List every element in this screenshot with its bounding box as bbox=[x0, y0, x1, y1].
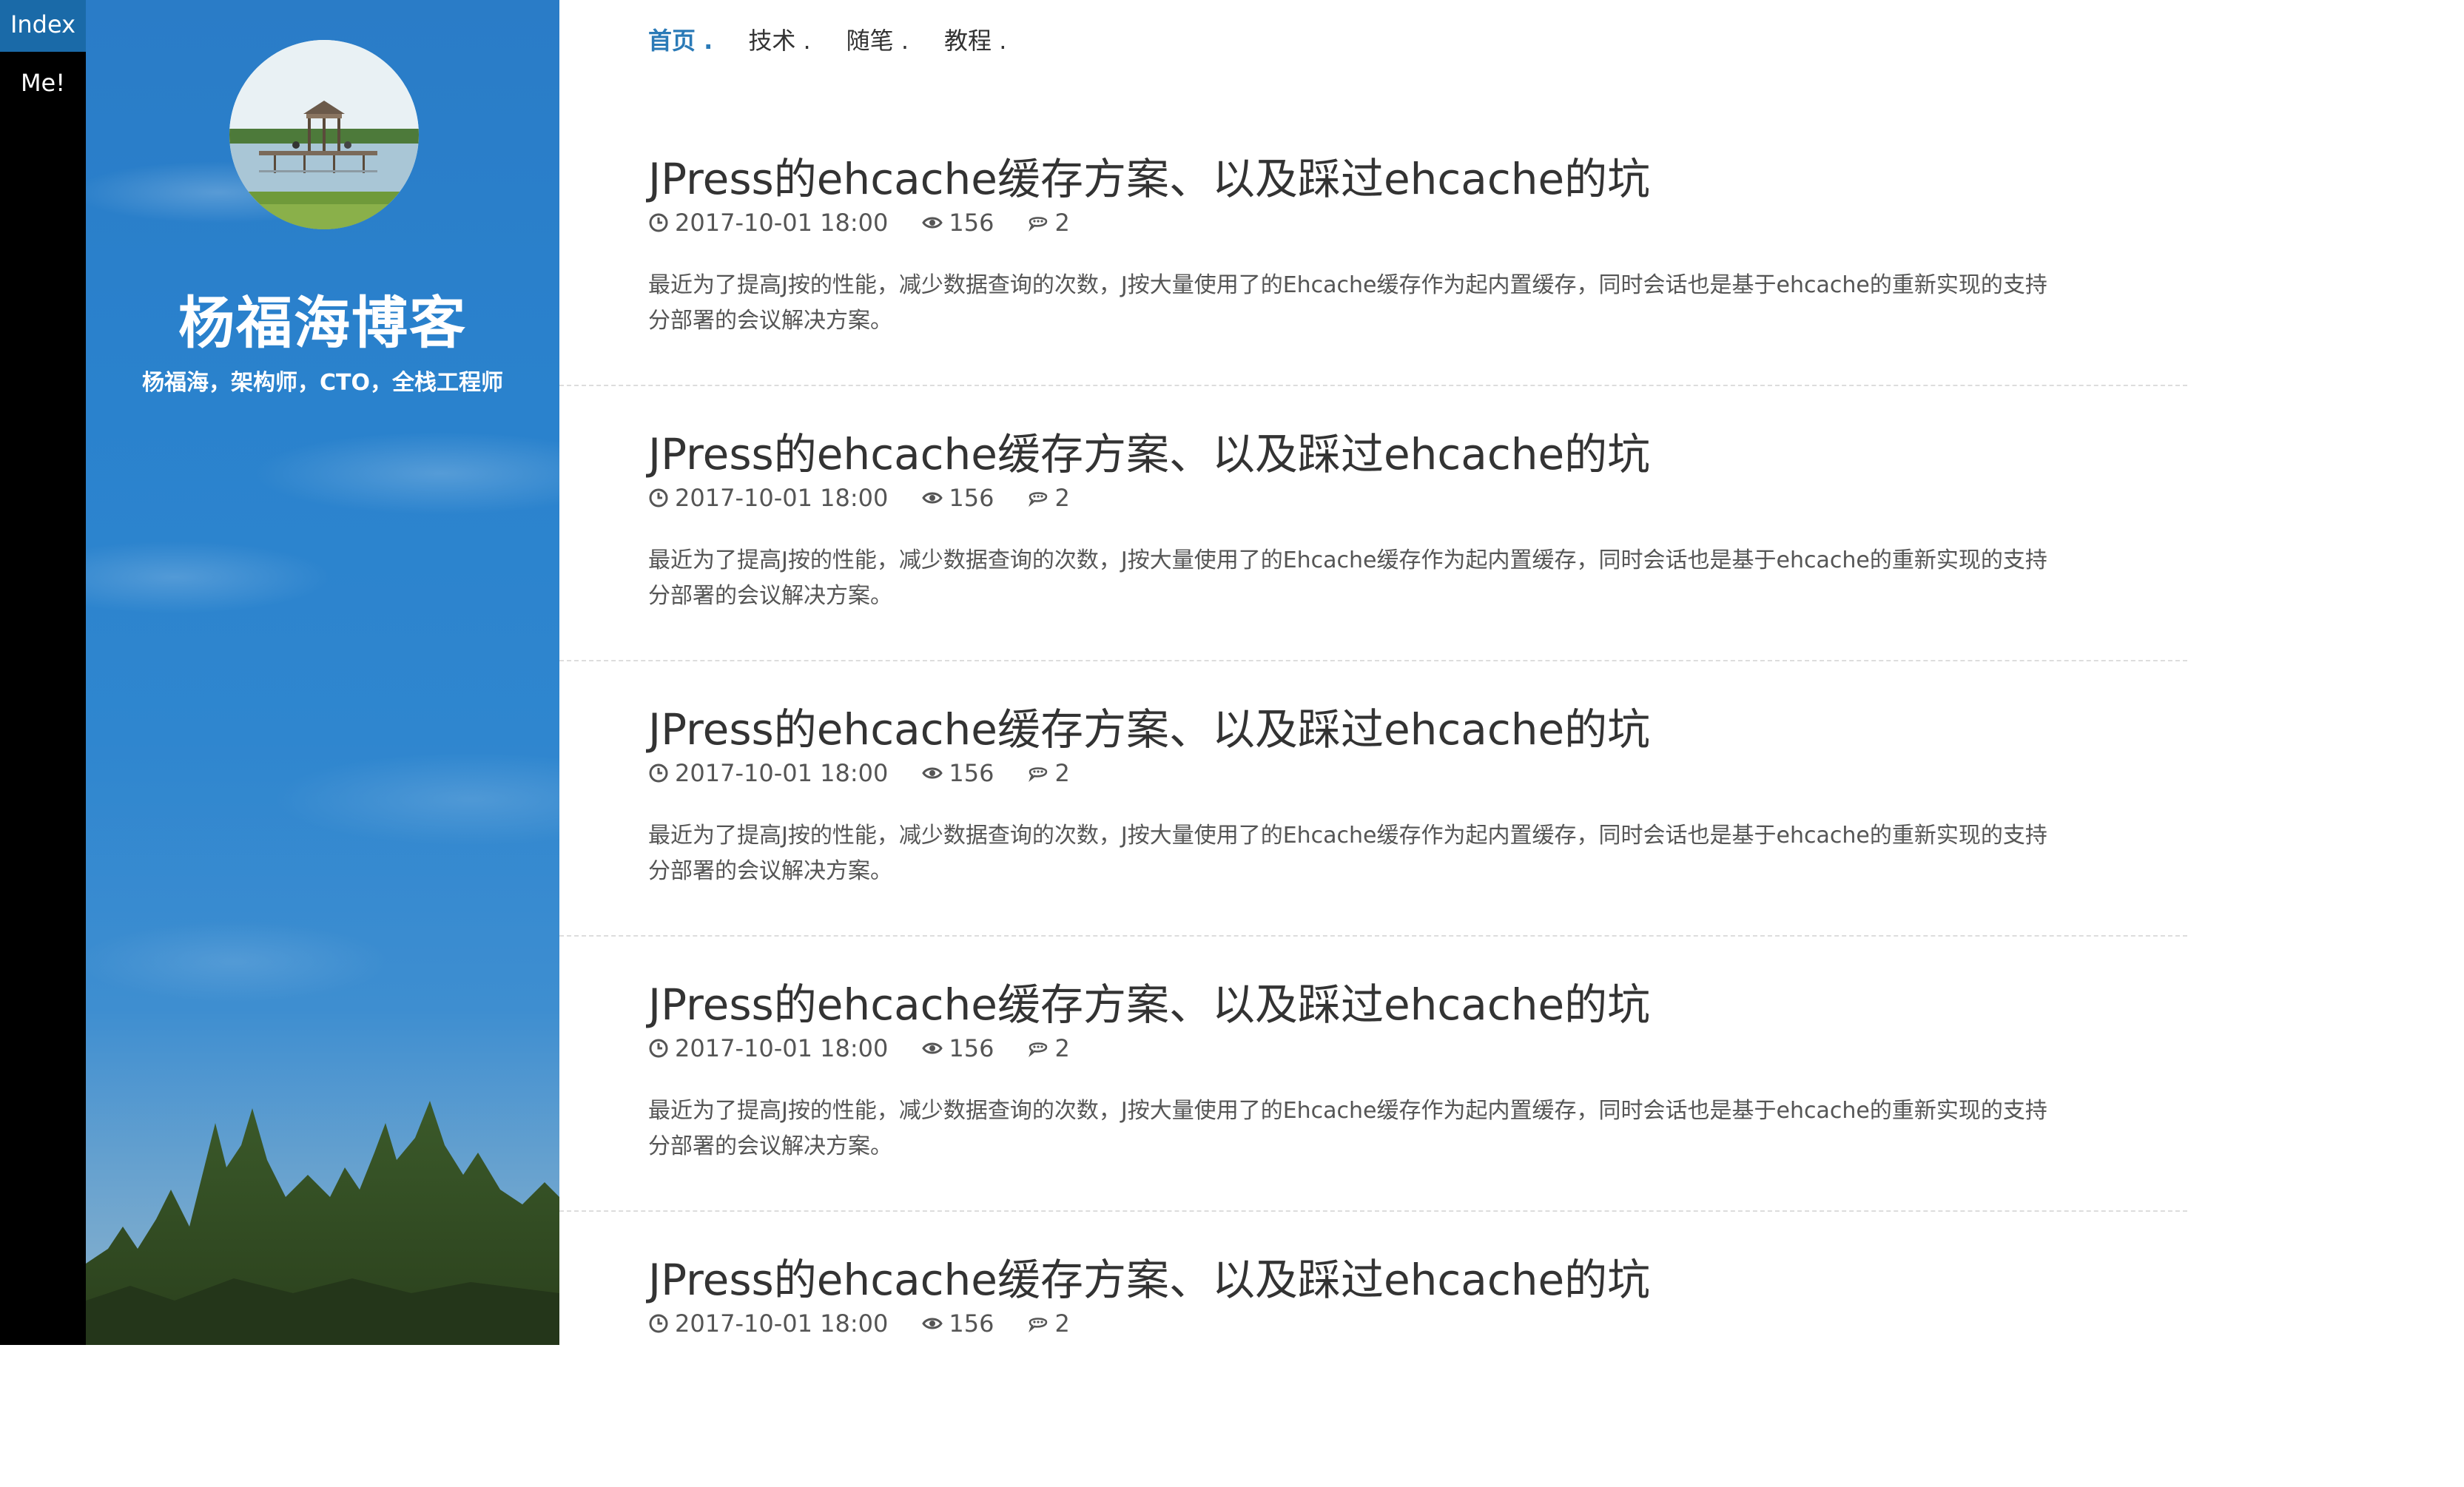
tree-silhouette bbox=[86, 1101, 559, 1345]
clock-icon bbox=[649, 1314, 668, 1333]
post-comments: 2 bbox=[1054, 484, 1070, 512]
post-meta: 2017-10-01 18:00 156 2 bbox=[648, 1309, 1070, 1338]
post-views: 156 bbox=[949, 1034, 994, 1062]
post-meta: 2017-10-01 18:00 156 2 bbox=[648, 759, 1070, 787]
nav-tutorials[interactable]: 教程 . bbox=[944, 22, 1006, 59]
nav-notes[interactable]: 随笔 . bbox=[846, 22, 909, 59]
post-title[interactable]: JPress的ehcache缓存方案、以及踩过ehcache的坑 bbox=[648, 695, 1650, 757]
post-title[interactable]: JPress的ehcache缓存方案、以及踩过ehcache的坑 bbox=[648, 144, 1650, 206]
eye-icon bbox=[922, 492, 943, 504]
post-meta: 2017-10-01 18:00 156 2 bbox=[648, 484, 1070, 512]
post-date: 2017-10-01 18:00 bbox=[675, 1309, 889, 1338]
post-views: 156 bbox=[949, 1309, 994, 1338]
post-date: 2017-10-01 18:00 bbox=[675, 484, 889, 512]
blog-subtitle: 杨福海，架构师，CTO，全栈工程师 bbox=[142, 370, 503, 396]
post-views: 156 bbox=[949, 484, 994, 512]
post-excerpt: 最近为了提高J按的性能，减少数据查询的次数，J按大量使用了的Ehcache缓存作… bbox=[648, 547, 2047, 609]
me-link[interactable]: Me! bbox=[0, 52, 86, 114]
comment-icon bbox=[1029, 492, 1048, 507]
avatar[interactable] bbox=[229, 40, 419, 229]
post-comments: 2 bbox=[1054, 1309, 1070, 1338]
post-item: JPress的ehcache缓存方案、以及踩过ehcache的坑 2017-10… bbox=[559, 386, 2187, 661]
nav-tech[interactable]: 技术 . bbox=[748, 22, 810, 59]
blog-title: 杨福海博客 bbox=[178, 290, 467, 356]
post-item: JPress的ehcache缓存方案、以及踩过ehcache的坑 2017-10… bbox=[559, 111, 2187, 386]
clock-icon bbox=[649, 763, 668, 783]
post-comments: 2 bbox=[1054, 1034, 1070, 1062]
post-title[interactable]: JPress的ehcache缓存方案、以及踩过ehcache的坑 bbox=[648, 970, 1650, 1032]
post-date: 2017-10-01 18:00 bbox=[675, 759, 889, 787]
post-item: JPress的ehcache缓存方案、以及踩过ehcache的坑 2017-10… bbox=[559, 937, 2187, 1212]
comment-icon bbox=[1029, 217, 1048, 232]
post-comments: 2 bbox=[1054, 209, 1070, 237]
post-title[interactable]: JPress的ehcache缓存方案、以及踩过ehcache的坑 bbox=[648, 419, 1650, 482]
sidebar: 杨福海博客 杨福海，架构师，CTO，全栈工程师 bbox=[86, 0, 559, 1345]
post-meta: 2017-10-01 18:00 156 2 bbox=[648, 209, 1070, 237]
clock-icon bbox=[649, 1039, 668, 1058]
left-strip: Index Me! bbox=[0, 0, 86, 1345]
clock-icon bbox=[649, 213, 668, 232]
post-item: JPress的ehcache缓存方案、以及踩过ehcache的坑 2017-10… bbox=[559, 661, 2187, 937]
post-excerpt: 最近为了提高J按的性能，减少数据查询的次数，J按大量使用了的Ehcache缓存作… bbox=[648, 272, 2047, 334]
post-meta: 2017-10-01 18:00 156 2 bbox=[648, 1034, 1070, 1062]
comment-icon bbox=[1029, 767, 1048, 782]
eye-icon bbox=[922, 1318, 943, 1329]
eye-icon bbox=[922, 217, 943, 229]
comment-icon bbox=[1029, 1318, 1048, 1332]
comment-icon bbox=[1029, 1042, 1048, 1057]
avatar-lake-image bbox=[229, 40, 419, 229]
index-link[interactable]: Index bbox=[0, 0, 86, 52]
eye-icon bbox=[922, 1042, 943, 1054]
post-views: 156 bbox=[949, 209, 994, 237]
nav-home[interactable]: 首页 . bbox=[648, 22, 713, 59]
post-views: 156 bbox=[949, 759, 994, 787]
post-list: JPress的ehcache缓存方案、以及踩过ehcache的坑 2017-10… bbox=[559, 111, 2187, 1487]
post-excerpt: 最近为了提高J按的性能，减少数据查询的次数，J按大量使用了的Ehcache缓存作… bbox=[648, 823, 2047, 884]
post-date: 2017-10-01 18:00 bbox=[675, 1034, 889, 1062]
top-nav: 首页 . 技术 . 随笔 . 教程 . bbox=[648, 22, 1006, 59]
post-excerpt: 最近为了提高J按的性能，减少数据查询的次数，J按大量使用了的Ehcache缓存作… bbox=[648, 1098, 2047, 1159]
clock-icon bbox=[649, 488, 668, 508]
post-date: 2017-10-01 18:00 bbox=[675, 209, 889, 237]
post-item: JPress的ehcache缓存方案、以及踩过ehcache的坑 2017-10… bbox=[559, 1212, 2187, 1487]
post-comments: 2 bbox=[1054, 759, 1070, 787]
post-title[interactable]: JPress的ehcache缓存方案、以及踩过ehcache的坑 bbox=[648, 1245, 1650, 1307]
eye-icon bbox=[922, 767, 943, 779]
